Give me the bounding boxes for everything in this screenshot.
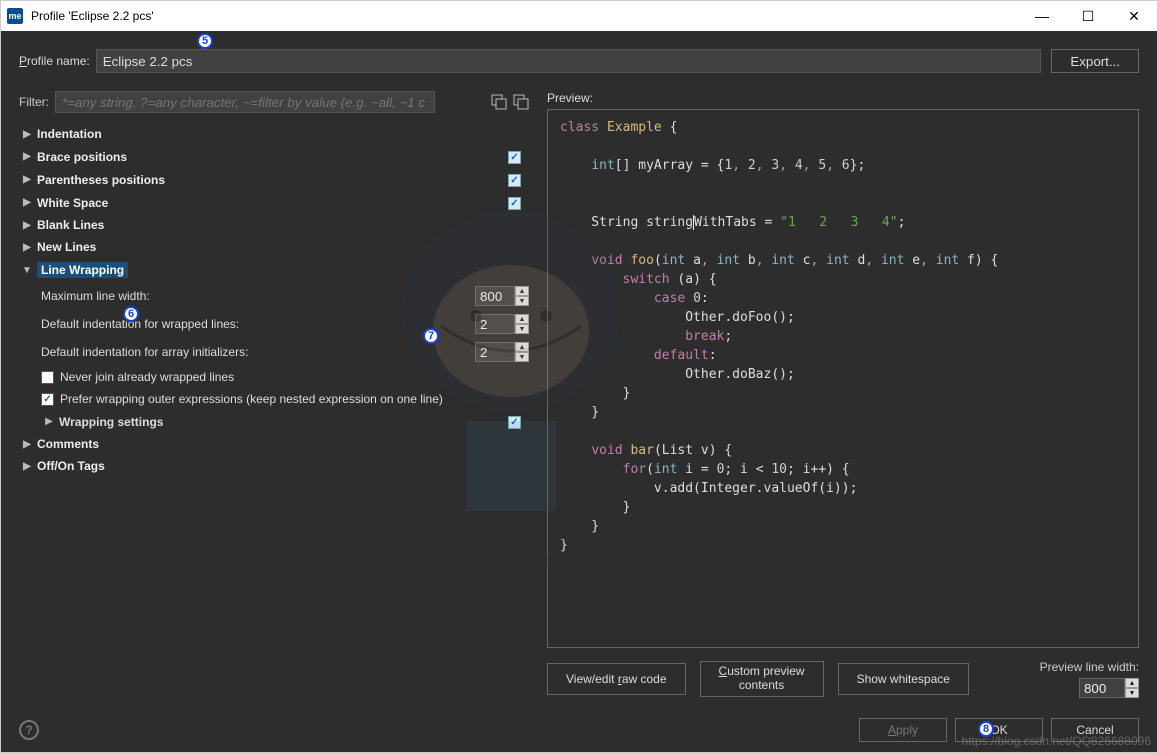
window-title: Profile 'Eclipse 2.2 pcs' [31, 9, 1019, 23]
indent-wrapped-input[interactable] [475, 314, 515, 334]
maximize-button[interactable]: ☐ [1065, 1, 1111, 31]
custom-preview-button[interactable]: Custom previewcontents [700, 661, 824, 697]
enable-wrapsettings-icon[interactable]: ✓ [508, 416, 521, 429]
indent-array-input[interactable] [475, 342, 515, 362]
chevron-down-icon[interactable]: ▼ [1125, 688, 1139, 698]
code-preview[interactable]: class Example { int[] myArray = {1, 2, 3… [547, 109, 1139, 648]
tree-blank-lines[interactable]: ▶Blank Lines [19, 214, 529, 236]
tree-indentation[interactable]: ▶Indentation [19, 123, 529, 145]
preview-bottom: View/edit raw code Custom previewcontent… [547, 660, 1139, 698]
preview-linewidth-input[interactable] [1079, 678, 1125, 698]
prefer-wrap-row[interactable]: ✓ Prefer wrapping outer expressions (kee… [19, 388, 529, 410]
chevron-down-icon[interactable]: ▼ [515, 296, 529, 306]
chevron-down-icon[interactable]: ▼ [515, 352, 529, 362]
chevron-up-icon[interactable]: ▲ [1125, 678, 1139, 688]
annot-5: 5 [197, 33, 213, 49]
indent-wrapped-row: Default indentation for wrapped lines: ▲… [19, 310, 529, 338]
wrapping-settings[interactable]: ▶Wrapping settings ✓ [19, 410, 529, 433]
settings-tree: ▶Indentation ▶Brace positions✓ ▶Parenthe… [19, 123, 529, 698]
preview-linewidth-label: Preview line width: [1040, 660, 1139, 674]
minimize-button[interactable]: — [1019, 1, 1065, 31]
never-join-row[interactable]: Never join already wrapped lines [19, 366, 529, 388]
content: 5 6 7 Profile name: Export... DAMO小天天 [1, 31, 1157, 752]
filter-input[interactable] [55, 91, 435, 113]
tree-offon-tags[interactable]: ▶Off/On Tags [19, 455, 529, 477]
apply-button[interactable]: Apply [859, 718, 947, 742]
tree-line-wrapping[interactable]: ▼Line Wrapping [19, 258, 529, 282]
chevron-up-icon[interactable]: ▲ [515, 342, 529, 352]
preview-label: Preview: [547, 91, 1139, 105]
expand-all-icon[interactable] [491, 94, 507, 110]
app-icon: me [7, 8, 23, 24]
show-whitespace-button[interactable]: Show whitespace [838, 663, 969, 695]
footer: ? Apply 8 OK Cancel [19, 712, 1139, 742]
chevron-up-icon[interactable]: ▲ [515, 314, 529, 324]
filter-row: Filter: [19, 91, 529, 113]
profile-name-input[interactable] [96, 49, 1042, 73]
indent-array-label: Default indentation for array initialize… [41, 345, 475, 359]
window-root: me Profile 'Eclipse 2.2 pcs' — ☐ ✕ 5 6 7… [0, 0, 1158, 753]
never-join-checkbox[interactable] [41, 371, 54, 384]
max-line-width-label: Maximum line width: [41, 289, 475, 303]
collapse-all-icon[interactable] [513, 94, 529, 110]
prefer-wrap-label: Prefer wrapping outer expressions (keep … [60, 392, 443, 406]
titlebar: me Profile 'Eclipse 2.2 pcs' — ☐ ✕ [1, 1, 1157, 31]
enable-white-icon[interactable]: ✓ [508, 197, 521, 210]
tree-brace-positions[interactable]: ▶Brace positions✓ [19, 145, 529, 168]
enable-paren-icon[interactable]: ✓ [508, 174, 521, 187]
profile-name-label: Profile name: [19, 54, 90, 68]
indent-array-row: Default indentation for array initialize… [19, 338, 529, 366]
chevron-down-icon[interactable]: ▼ [515, 324, 529, 334]
main-area: DAMO小天天 Filter: ▶Indentation ▶Brace posi… [19, 91, 1139, 698]
indent-wrapped-label: Default indentation for wrapped lines: [41, 317, 475, 331]
tree-white-space[interactable]: ▶White Space✓ [19, 191, 529, 214]
max-line-width-input[interactable] [475, 286, 515, 306]
profile-row: Profile name: Export... [19, 49, 1139, 73]
cancel-button[interactable]: Cancel [1051, 718, 1139, 742]
enable-brace-icon[interactable]: ✓ [508, 151, 521, 164]
right-pane: Preview: class Example { int[] myArray =… [547, 91, 1139, 698]
preview-linewidth-spinner[interactable]: ▲▼ [1079, 678, 1139, 698]
close-button[interactable]: ✕ [1111, 1, 1157, 31]
indent-wrapped-spinner[interactable]: ▲▼ [475, 314, 529, 334]
view-raw-button[interactable]: View/edit raw code [547, 663, 686, 695]
never-join-label: Never join already wrapped lines [60, 370, 234, 384]
filter-label: Filter: [19, 95, 49, 109]
left-pane: DAMO小天天 Filter: ▶Indentation ▶Brace posi… [19, 91, 529, 698]
max-line-width-row: Maximum line width: ▲▼ [19, 282, 529, 310]
tree-new-lines[interactable]: ▶New Lines [19, 236, 529, 258]
help-icon[interactable]: ? [19, 720, 39, 740]
chevron-up-icon[interactable]: ▲ [515, 286, 529, 296]
ok-button[interactable]: 8 OK [955, 718, 1043, 742]
export-button[interactable]: Export... [1051, 49, 1139, 73]
prefer-wrap-checkbox[interactable]: ✓ [41, 393, 54, 406]
tree-comments[interactable]: ▶Comments [19, 433, 529, 455]
indent-array-spinner[interactable]: ▲▼ [475, 342, 529, 362]
tree-paren-positions[interactable]: ▶Parentheses positions✓ [19, 168, 529, 191]
max-line-width-spinner[interactable]: ▲▼ [475, 286, 529, 306]
